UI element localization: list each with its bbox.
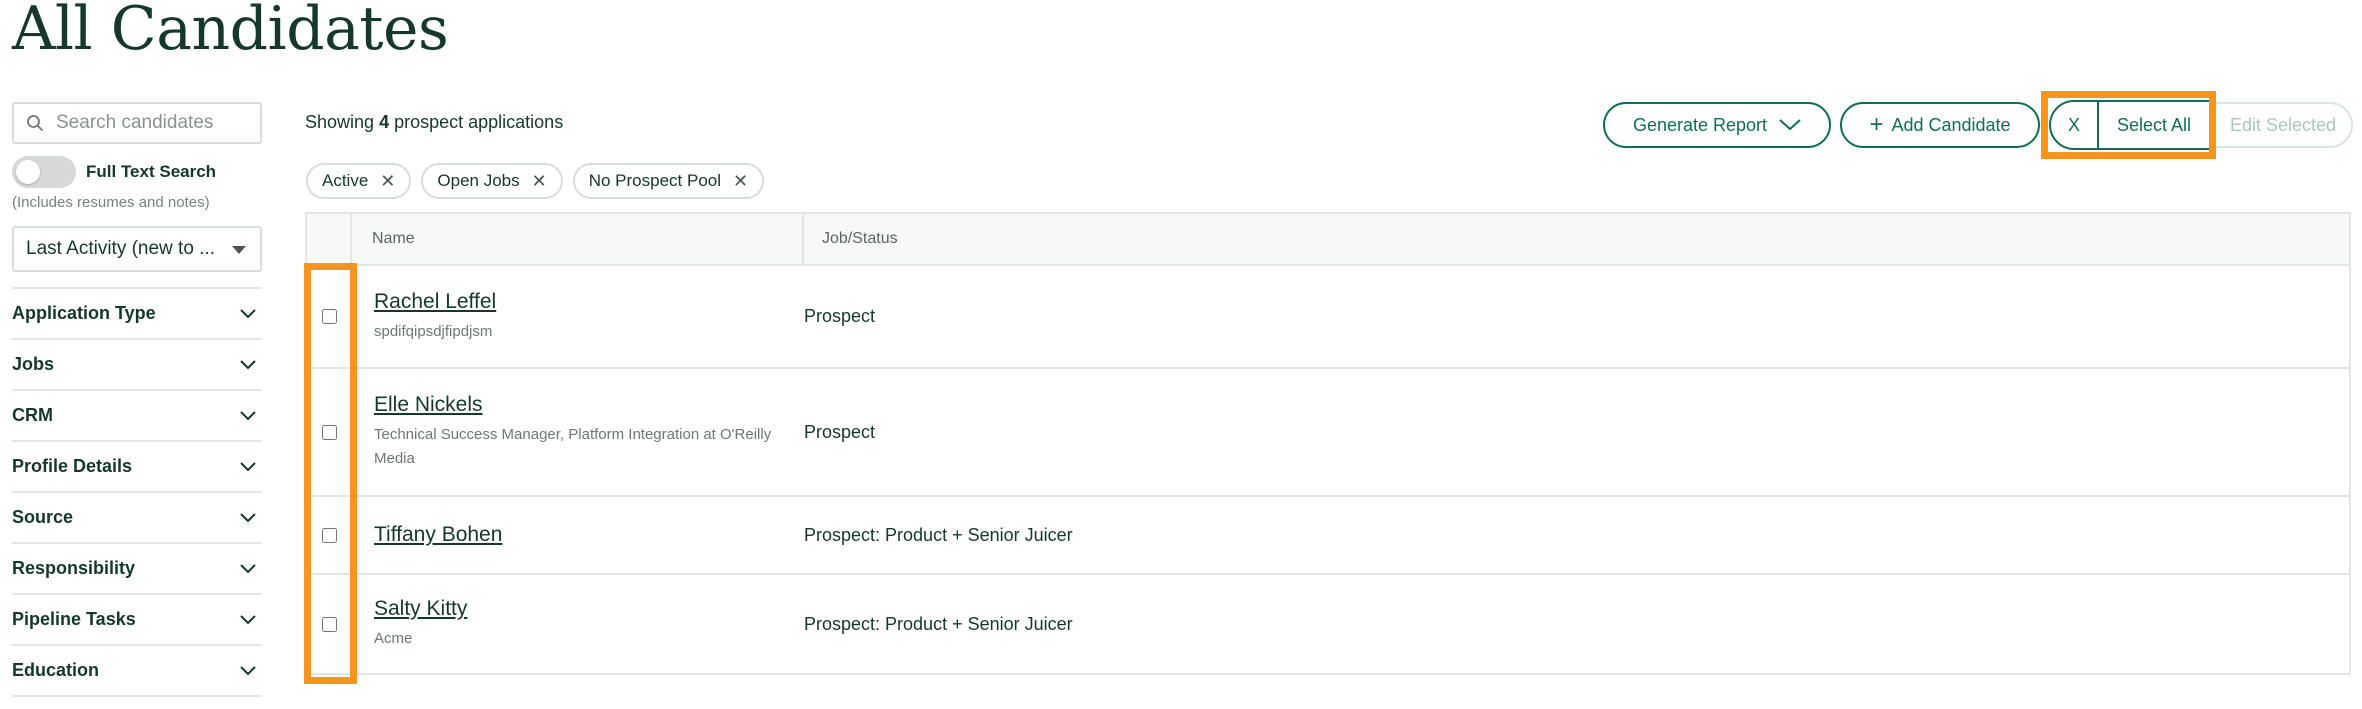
filter-chip-label: Active: [322, 171, 369, 190]
chevron-down-icon: [240, 614, 256, 624]
search-box[interactable]: [12, 102, 262, 144]
close-icon[interactable]: ✕: [532, 171, 547, 192]
filter-section[interactable]: Jobs: [12, 340, 262, 391]
summary-count: 4: [379, 112, 390, 132]
clear-selection-button[interactable]: X: [2051, 102, 2099, 148]
close-icon[interactable]: ✕: [380, 171, 395, 192]
search-input[interactable]: [54, 111, 254, 135]
sort-dropdown[interactable]: Last Activity (new to ...: [12, 226, 262, 272]
candidate-name-link[interactable]: Salty Kitty: [374, 597, 804, 621]
table-row: Rachel Leffel spdifqipsdjfipdjsm Prospect: [307, 266, 2349, 369]
chevron-down-icon: [240, 410, 256, 420]
filter-section[interactable]: Application Type: [12, 289, 262, 340]
chevron-down-icon: [240, 563, 256, 573]
filter-section[interactable]: Source: [12, 493, 262, 544]
job-status: Prospect: Product + Senior Juicer: [804, 613, 1073, 634]
filter-section-label: Profile Details: [12, 456, 133, 476]
filter-section[interactable]: Profile Details: [12, 442, 262, 493]
chevron-down-icon: [240, 359, 256, 369]
job-status: Prospect: [804, 306, 876, 326]
add-candidate-label: Add Candidate: [1891, 114, 2011, 135]
filter-section-label: Pipeline Tasks: [12, 609, 136, 629]
select-group: X Select All: [2049, 100, 2211, 150]
filters-sidebar: Full Text Search (Includes resumes and n…: [12, 102, 262, 697]
table-row: Elle Nickels Technical Success Manager, P…: [307, 369, 2349, 497]
filter-section[interactable]: Education: [12, 646, 262, 697]
filter-chip: Active ✕: [306, 163, 412, 199]
filter-section[interactable]: Pipeline Tasks: [12, 595, 262, 646]
row-checkbox[interactable]: [322, 424, 337, 440]
candidate-subtitle: Technical Success Manager, Platform Inte…: [374, 426, 772, 467]
active-filter-chips: Active ✕ Open Jobs ✕ No Prospect Pool ✕: [306, 163, 765, 199]
candidates-table: Name Job/Status Rachel Leffel spdifqipsdj…: [305, 212, 2351, 675]
filter-section-label: Source: [12, 507, 74, 527]
add-candidate-button[interactable]: + Add Candidate: [1840, 102, 2040, 148]
candidate-name-link[interactable]: Elle Nickels: [374, 393, 804, 417]
candidate-name-link[interactable]: Tiffany Bohen: [374, 523, 804, 547]
generate-report-button[interactable]: Generate Report: [1603, 102, 1831, 148]
header-checkbox-column: [307, 214, 352, 264]
filter-section-label: Responsibility: [12, 558, 136, 578]
full-text-search-toggle[interactable]: [12, 156, 76, 188]
sort-value: Last Activity (new to ...: [26, 238, 216, 259]
chevron-down-icon: [240, 665, 256, 675]
header-name: Name: [352, 214, 804, 264]
filter-section-label: Application Type: [12, 303, 156, 323]
select-all-button[interactable]: Select All: [2099, 115, 2209, 136]
generate-report-label: Generate Report: [1632, 114, 1768, 135]
candidate-subtitle: spdifqipsdjfipdjsm: [374, 322, 493, 340]
table-row: Salty Kitty Acme Prospect: Product + Senio…: [307, 575, 2349, 673]
chevron-down-icon: [240, 461, 256, 471]
filter-list: Application Type Jobs CRM Profile Details So…: [12, 287, 262, 697]
filter-section[interactable]: Responsibility: [12, 544, 262, 595]
table-row: Tiffany Bohen Prospect: Product + Senior …: [307, 497, 2349, 575]
chevron-down-icon: [1779, 119, 1801, 131]
candidate-name-link[interactable]: Rachel Leffel: [374, 290, 804, 314]
filter-section-label: Education: [12, 660, 100, 680]
edit-selected-button[interactable]: Edit Selected: [2213, 102, 2353, 148]
filter-chip-label: No Prospect Pool: [588, 171, 722, 190]
plus-icon: +: [1869, 111, 1884, 138]
search-icon: [27, 115, 43, 131]
row-checkbox[interactable]: [322, 616, 337, 632]
filter-section-label: CRM: [12, 405, 53, 425]
filter-chip: No Prospect Pool ✕: [572, 163, 765, 199]
close-icon[interactable]: ✕: [733, 171, 748, 192]
chevron-down-icon: [240, 512, 256, 522]
table-body: Rachel Leffel spdifqipsdjfipdjsm Prospect E…: [307, 266, 2349, 673]
results-summary: Showing 4 prospect applications: [305, 112, 563, 133]
caret-down-icon: [232, 246, 246, 254]
chevron-down-icon: [240, 308, 256, 318]
row-checkbox[interactable]: [322, 527, 337, 543]
header-job-status: Job/Status: [822, 230, 898, 247]
summary-suffix: prospect applications: [394, 112, 564, 132]
filter-chip: Open Jobs ✕: [421, 163, 563, 199]
full-text-search-note: (Includes resumes and notes): [12, 194, 210, 211]
page-title: All Candidates: [12, 0, 449, 64]
summary-prefix: Showing: [305, 112, 375, 132]
candidate-subtitle: Acme: [374, 630, 413, 647]
table-header: Name Job/Status: [307, 214, 2349, 266]
job-status: Prospect: [804, 421, 876, 442]
full-text-search-label: Full Text Search: [86, 162, 217, 181]
row-checkbox[interactable]: [322, 309, 337, 324]
filter-chip-label: Open Jobs: [437, 171, 520, 190]
filter-section-label: Jobs: [12, 354, 55, 374]
job-status: Prospect: Product + Senior Juicer: [804, 524, 1073, 545]
filter-section[interactable]: CRM: [12, 391, 262, 442]
